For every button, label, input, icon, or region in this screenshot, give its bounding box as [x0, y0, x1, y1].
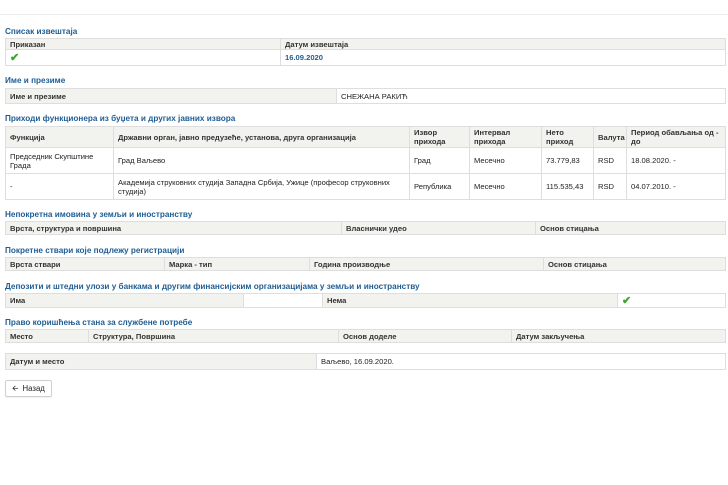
movables-header-basis: Основ стицања [543, 257, 726, 271]
section-title-housing: Право коришћења стана за службене потреб… [5, 318, 193, 327]
income-header-interval: Интервал прихода [469, 126, 542, 148]
col-report-date: Датум извештаја [280, 38, 726, 50]
income-cell-source: Град [409, 147, 470, 174]
income-cell-source: Република [409, 173, 470, 200]
date-place-value: Ваљево, 16.09.2020. [316, 353, 726, 370]
movables-table: Врста ствари Марка - тип Година производ… [5, 257, 726, 271]
name-label: Име и презиме [5, 88, 337, 104]
section-title-report-list: Списак извештаја [5, 27, 78, 36]
housing-header-place: Место [5, 329, 89, 343]
real-estate-header-basis: Основ стицања [535, 221, 726, 235]
top-divider [0, 14, 728, 15]
real-estate-table: Врста, структура и површина Власнички уд… [5, 221, 726, 235]
real-estate-header-share: Власнички удео [341, 221, 536, 235]
deposits-table: Има Нема ✔ [5, 293, 726, 308]
name-table: Име и презиме СНЕЖАНА РАКИЋ [5, 88, 726, 104]
deposits-none-value: ✔ [617, 293, 726, 308]
report-date-cell[interactable]: 16.09.2020 [280, 49, 726, 66]
income-header-period: Период обављања од - до [626, 126, 726, 148]
deposits-has-value [243, 293, 323, 308]
date-place-label: Датум и место [5, 353, 317, 370]
housing-table: Место Структура, Површина Основ доделе Д… [5, 329, 726, 343]
income-cell-organization: Академија струковних студија Западна Срб… [113, 173, 410, 200]
movables-header-brand: Марка - тип [164, 257, 310, 271]
report-date-link[interactable]: 16.09.2020 [285, 53, 323, 62]
income-cell-organization: Град Ваљево [113, 147, 410, 174]
income-cell-interval: Месечно [469, 147, 542, 174]
check-icon: ✔ [10, 51, 20, 64]
report-list-table: Приказан Датум извештаја ✔ 16.09.2020 [5, 38, 726, 66]
section-title-movables: Покретне ствари које подлежу регистрациј… [5, 246, 185, 255]
income-header-currency: Валута [593, 126, 627, 148]
shown-cell: ✔ [5, 49, 281, 66]
section-title-deposits: Депозити и штедни улози у банкама и друг… [5, 282, 420, 291]
section-title-income: Приходи функционера из буџета и других ј… [5, 114, 236, 123]
income-header-net: Нето приход [541, 126, 594, 148]
date-place-table: Датум и место Ваљево, 16.09.2020. [5, 353, 726, 370]
deposits-has-label: Има [5, 293, 244, 308]
income-cell-currency: RSD [593, 173, 627, 200]
income-cell-period: 18.08.2020. - [626, 147, 726, 174]
back-button[interactable]: 🡨 Назад [5, 380, 52, 397]
section-title-real-estate: Непокретна имовина у земљи и иностранств… [5, 210, 193, 219]
income-cell-currency: RSD [593, 147, 627, 174]
housing-header-structure: Структура, Површина [88, 329, 339, 343]
income-cell-net: 73.779,83 [541, 147, 594, 174]
table-row: - Академија струковних студија Западна С… [5, 173, 726, 200]
declaration-page: Списак извештаја Приказан Датум извештај… [5, 22, 726, 397]
income-table: Функција Државни орган, јавно предузеће,… [5, 126, 726, 200]
income-header-organization: Државни орган, јавно предузеће, установа… [113, 126, 410, 148]
table-row: Председник Скупштине Града Град Ваљево Г… [5, 147, 726, 174]
name-value: СНЕЖАНА РАКИЋ [336, 88, 726, 104]
col-shown: Приказан [5, 38, 281, 50]
arrow-left-icon: 🡨 [12, 383, 19, 393]
income-cell-net: 115.535,43 [541, 173, 594, 200]
income-cell-interval: Месечно [469, 173, 542, 200]
income-cell-function: Председник Скупштине Града [5, 147, 114, 174]
housing-header-date: Датум закључења [511, 329, 726, 343]
deposits-none-label: Нема [322, 293, 618, 308]
real-estate-header-type: Врста, структура и површина [5, 221, 342, 235]
income-cell-period: 04.07.2010. - [626, 173, 726, 200]
income-header-function: Функција [5, 126, 114, 148]
check-icon: ✔ [622, 294, 632, 307]
housing-header-basis: Основ доделе [338, 329, 512, 343]
section-title-name: Име и презиме [5, 76, 66, 85]
income-cell-function: - [5, 173, 114, 200]
income-header-source: Извор прихода [409, 126, 470, 148]
movables-header-year: Година производње [309, 257, 544, 271]
movables-header-type: Врста ствари [5, 257, 165, 271]
back-button-label: Назад [22, 384, 45, 393]
